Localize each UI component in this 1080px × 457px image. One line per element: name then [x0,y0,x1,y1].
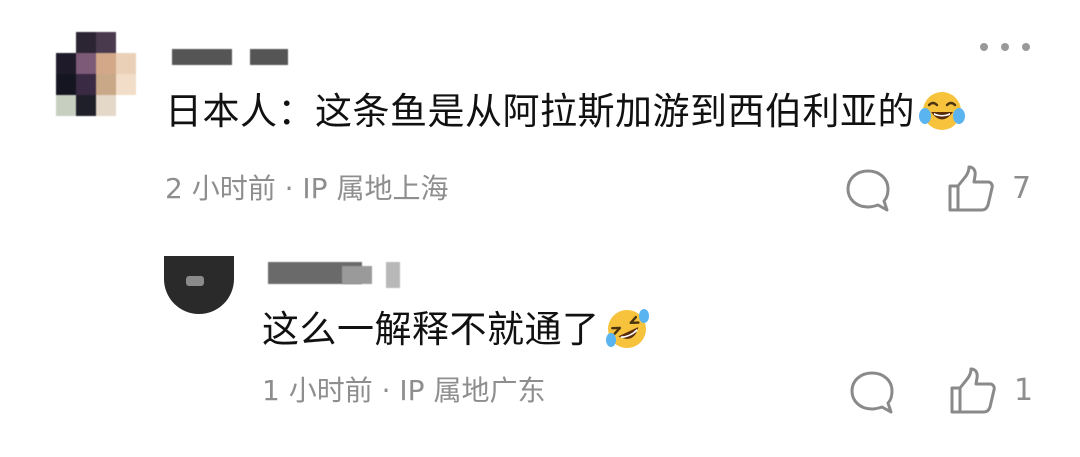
thumbs-up-icon[interactable] [948,366,998,416]
comment-meta: 2 小时前 · IP 属地上海 [165,172,448,206]
comment-bubble-icon[interactable] [844,168,892,214]
more-dots-icon[interactable] [980,40,1030,54]
avatar[interactable] [164,256,234,314]
reply-meta: 1 小时前 · IP 属地广东 [262,374,545,408]
reply-body: 这么一解释不就通了 [262,308,650,352]
laughing-tears-emoji-icon [919,91,965,130]
avatar[interactable] [56,32,136,118]
thumbs-up-icon[interactable] [946,164,996,214]
comment-thread: 日本人：这条鱼是从阿拉斯加游到西伯利亚的 2 小时前 · IP 属地上海 7 这… [0,0,1080,457]
comment-body: 日本人：这条鱼是从阿拉斯加游到西伯利亚的 [165,90,965,134]
comment-location: · IP 属地上海 [284,172,449,205]
reply-location: · IP 属地广东 [381,374,546,407]
comment-bubble-icon[interactable] [848,370,896,416]
reply-like-count: 1 [1014,373,1034,408]
comment-text: 日本人：这条鱼是从阿拉斯加游到西伯利亚的 [165,90,915,133]
comment-like-count: 7 [1012,171,1032,206]
reply-time: 1 小时前 [262,374,373,407]
comment-time: 2 小时前 [165,172,276,205]
reply-text: 这么一解释不就通了 [262,308,600,351]
rolling-laughing-emoji-icon [605,308,649,348]
